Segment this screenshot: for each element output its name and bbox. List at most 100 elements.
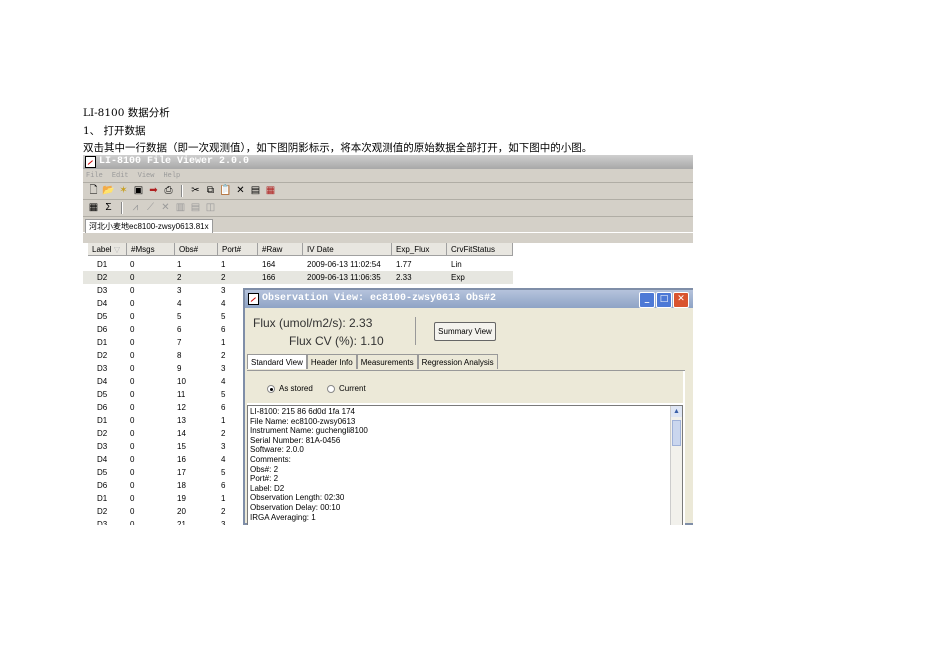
cell-msgs: 0 <box>130 299 135 308</box>
doc-title: LI-8100 数据分析 <box>83 107 170 119</box>
cell-obs: 14 <box>177 429 186 438</box>
chart-line-icon[interactable]: ⩘ <box>129 202 142 214</box>
toolbar-separator-2 <box>121 202 123 214</box>
cell-flux: 1.77 <box>396 260 412 269</box>
delete-icon[interactable]: ✕ <box>234 185 247 197</box>
menu-edit[interactable]: Edit <box>112 172 129 180</box>
new-file-icon[interactable]: 🗋 <box>87 185 100 197</box>
cell-label: D3 <box>97 286 108 295</box>
cell-msgs: 0 <box>130 377 135 386</box>
sum-icon[interactable]: Σ <box>102 202 115 214</box>
cell-msgs: 0 <box>130 494 135 503</box>
observation-view-dialog: Observation View: ec8100-zwsy0613 Obs#2 … <box>243 288 693 525</box>
menu-file[interactable]: File <box>86 172 103 180</box>
paste-icon[interactable]: 📋 <box>219 185 232 197</box>
cell-msgs: 0 <box>130 390 135 399</box>
cell-port: 5 <box>221 312 226 321</box>
calculator-icon[interactable]: ▤ <box>249 185 262 197</box>
dialog-tabs: Standard View Header Info Measurements R… <box>247 354 498 369</box>
cell-label: D4 <box>97 377 108 386</box>
minimize-icon[interactable]: _ <box>639 292 655 308</box>
radio-as-stored[interactable]: As stored <box>267 384 313 393</box>
raw-data-line: File Name: ec8100-zwsy0613 <box>250 416 356 426</box>
cell-flux: 2.33 <box>396 273 412 282</box>
cut-icon[interactable]: ✂ <box>189 185 202 197</box>
scroll-up-icon[interactable]: ▲ <box>671 406 682 417</box>
raw-data-line: LI-8100: 215 86 6d0d 1fa 174 <box>250 407 355 416</box>
menu-bar: File Edit View Help <box>83 169 693 183</box>
radio-as-stored-label: As stored <box>279 384 313 393</box>
maximize-icon[interactable]: □ <box>656 292 672 308</box>
cell-msgs: 0 <box>130 260 135 269</box>
open-star-icon[interactable]: ✶ <box>117 185 130 197</box>
tab-measurements[interactable]: Measurements <box>356 354 418 369</box>
dialog-icon <box>248 293 259 305</box>
cell-label: D2 <box>97 273 108 282</box>
flux-summary-panel: Flux (umol/m2/s): 2.33 Flux CV (%): 1.10… <box>247 309 685 353</box>
column-header-label[interactable]: Label ▽ <box>88 243 127 256</box>
print-icon[interactable]: ⎙ <box>162 185 175 197</box>
raw-data-textbox[interactable]: LI-8100: 215 86 6d0d 1fa 174 File Name: e… <box>247 405 683 525</box>
table-row[interactable]: D1 0 1 1 164 2009-06-13 11:02:54 1.77 Lin <box>83 258 513 271</box>
save-icon[interactable]: ▣ <box>132 185 145 197</box>
toolbar-separator <box>181 185 183 197</box>
table-icon[interactable]: ▦ <box>87 202 100 214</box>
cell-obs: 6 <box>177 325 182 334</box>
cell-obs: 17 <box>177 468 186 477</box>
radio-selected-icon <box>267 384 275 393</box>
cell-obs: 5 <box>177 312 182 321</box>
raw-data-line: Port#: 2 <box>250 474 279 484</box>
cell-label: D6 <box>97 481 108 490</box>
cell-port: 2 <box>221 429 226 438</box>
flux-value: Flux (umol/m2/s): 2.33 <box>253 316 373 330</box>
dialog-titlebar: Observation View: ec8100-zwsy0613 Obs#2 … <box>245 290 693 308</box>
column-header-raw[interactable]: #Raw <box>258 243 303 256</box>
menu-view[interactable]: View <box>138 172 155 180</box>
export-icon[interactable]: ➡ <box>147 185 160 197</box>
cell-msgs: 0 <box>130 286 135 295</box>
app-titlebar: LI-8100 File Viewer 2.0.0 <box>83 155 693 169</box>
chart-cross-icon[interactable]: ✕ <box>159 202 172 214</box>
file-tab[interactable]: 河北小麦地ec8100-zwsy0613.81x <box>85 219 213 233</box>
close-icon[interactable]: ✕ <box>673 292 689 308</box>
raw-data-line: Observation Delay: 00:10 <box>250 503 341 512</box>
column-header-flux[interactable]: Exp_Flux <box>392 243 447 256</box>
cell-label: D2 <box>97 507 108 516</box>
column-header-status[interactable]: CrvFitStatus <box>447 243 513 256</box>
report-icon[interactable]: ▦ <box>264 185 277 197</box>
cell-obs: 21 <box>177 520 186 525</box>
tab-regression-analysis[interactable]: Regression Analysis <box>417 354 498 369</box>
scroll-thumb[interactable] <box>672 420 681 446</box>
column-header-obs[interactable]: Obs# <box>175 243 218 256</box>
table-row[interactable]: D2 0 2 2 166 2009-06-13 11:06:35 2.33 Exp <box>83 271 513 284</box>
cell-label: D5 <box>97 390 108 399</box>
raw-data-line: Serial Number: 81A-0456 <box>250 435 341 445</box>
flux-separator <box>415 317 416 345</box>
vertical-scrollbar[interactable]: ▲ <box>670 406 682 525</box>
cell-port: 3 <box>221 520 226 525</box>
chart-preview-icon[interactable]: ◫ <box>204 202 217 214</box>
chart-fit-icon[interactable]: ⟋ <box>144 202 157 214</box>
tab-header-info[interactable]: Header Info <box>306 354 357 369</box>
menu-help[interactable]: Help <box>163 172 180 180</box>
cell-port: 2 <box>221 351 226 360</box>
standard-view-page: As stored Current LI-8100: 215 86 6d0d 1… <box>247 370 685 525</box>
column-header-date[interactable]: IV Date <box>303 243 392 256</box>
chart-bars-icon[interactable]: ▥ <box>174 202 187 214</box>
chart-compare-icon[interactable]: ▤ <box>189 202 202 214</box>
file-tab-row: 河北小麦地ec8100-zwsy0613.81x <box>83 217 693 233</box>
open-folder-icon[interactable]: 📂 <box>102 185 115 197</box>
radio-current[interactable]: Current <box>327 384 366 393</box>
tab-standard-view[interactable]: Standard View <box>247 354 307 369</box>
column-header-port[interactable]: Port# <box>218 243 258 256</box>
copy-icon[interactable]: ⧉ <box>204 185 217 197</box>
raw-data-line: Obs#: 2 <box>250 464 279 474</box>
raw-data-line: Label: D2 <box>250 483 285 493</box>
cell-port: 6 <box>221 325 226 334</box>
cell-obs: 20 <box>177 507 186 516</box>
column-header-msgs[interactable]: #Msgs <box>127 243 175 256</box>
radio-current-label: Current <box>339 384 366 393</box>
cell-obs: 10 <box>177 377 186 386</box>
cell-obs: 16 <box>177 455 186 464</box>
summary-view-button[interactable]: Summary View <box>434 322 496 341</box>
